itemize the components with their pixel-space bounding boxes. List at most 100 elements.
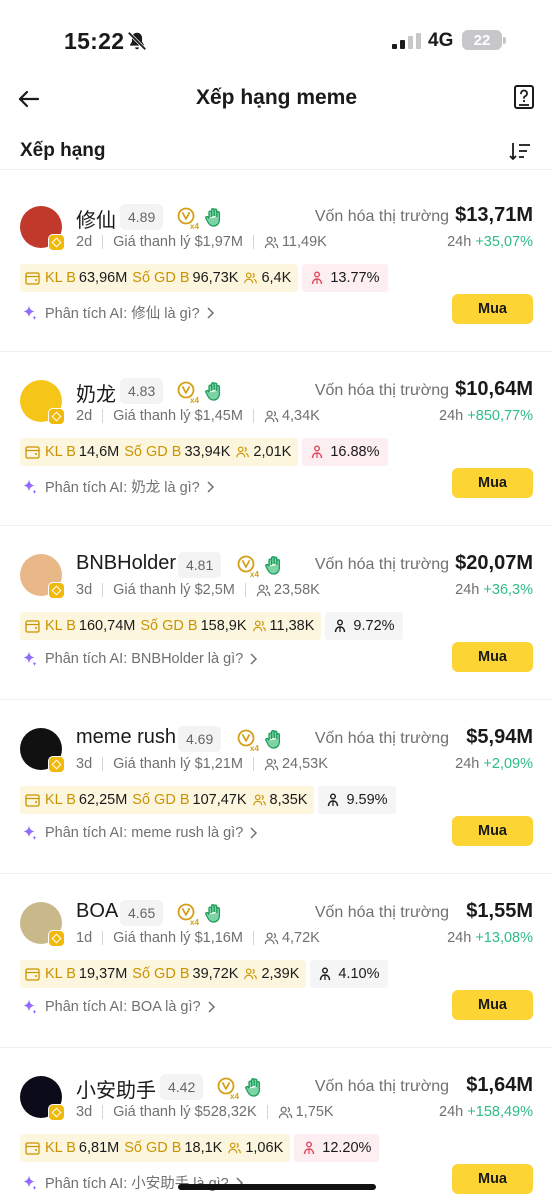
list-item[interactable]: 修仙 4.89 x4 Vốn hóa thị trường $13,71M 2d… (0, 178, 553, 352)
chain-badge-icon (48, 756, 65, 773)
ai-analysis-text: Phân tích AI: BNBHolder là gì? (45, 651, 244, 667)
market-cap-label: Vốn hóa thị trường (314, 556, 449, 573)
liquidity-value: $528,32K (194, 1104, 257, 1120)
price-change: 24h +850,77% (439, 408, 533, 424)
list-item[interactable]: meme rush 4.69 x4 Vốn hóa thị trường $5,… (0, 700, 553, 874)
period-label: 24h (447, 930, 472, 946)
traders-icon (252, 620, 266, 632)
coin-age: 3d (76, 1104, 93, 1120)
wallet-icon (25, 793, 40, 807)
rating-badge: 4.83 (120, 378, 164, 404)
coin-name: 奶龙 (76, 384, 116, 406)
volume-value: 14,6M (78, 444, 120, 460)
buy-button[interactable]: Mua (452, 1164, 533, 1194)
liquidity-label: Giá thanh lý (113, 1104, 191, 1120)
holder-ratio: 9.59% (346, 792, 388, 808)
holders-count: 4,72K (281, 930, 320, 946)
coin-meta: 1d Giá thanh lý $1,16M 4,72K (76, 930, 320, 946)
change-percent: +13,08% (475, 930, 533, 946)
tx-value: 33,94K (184, 444, 231, 460)
market-cap-value: $1,64M (466, 1074, 533, 1096)
rating-badge: 4.42 (160, 1074, 204, 1100)
person-icon (312, 271, 323, 285)
svg-text:x4: x4 (190, 396, 199, 404)
volume-value: 6,81M (78, 1140, 120, 1156)
buy-button[interactable]: Mua (452, 816, 533, 846)
rating-badge: 4.81 (178, 552, 222, 578)
change-percent: +2,09% (483, 756, 533, 772)
ai-sparkle-icon (23, 479, 37, 494)
volume-label: KL B (45, 792, 76, 808)
volume-value: 160,74M (78, 618, 136, 634)
list-item[interactable]: BNBHolder 4.81 x4 Vốn hóa thị trường $20… (0, 526, 553, 700)
list-item[interactable]: 小安助手 4.42 x4 Vốn hóa thị trường $1,64M 3… (0, 1048, 553, 1200)
coin-age: 3d (76, 756, 93, 772)
coin-name: meme rush (76, 726, 177, 748)
ai-analysis-link[interactable]: Phân tích AI: 修仙 là gì? (20, 302, 215, 323)
coin-meta: 3d Giá thanh lý $1,21M 24,53K (76, 756, 328, 772)
tx-label: Số GD B (124, 1140, 182, 1156)
liquidity-label: Giá thanh lý (113, 234, 191, 250)
traders-value: 8,35K (269, 792, 308, 808)
chain-badge-icon (48, 234, 65, 251)
liquidity-value: $1,16M (194, 930, 243, 946)
holders-icon (264, 236, 279, 248)
buy-button[interactable]: Mua (452, 990, 533, 1020)
buy-button[interactable]: Mua (452, 468, 533, 498)
market-cap-label: Vốn hóa thị trường (314, 904, 449, 921)
holder-ratio: 12.20% (322, 1140, 372, 1156)
sort-icon[interactable] (509, 140, 531, 162)
holder-ratio: 4.10% (338, 966, 380, 982)
ai-analysis-link[interactable]: Phân tích AI: BNBHolder là gì? (20, 650, 258, 668)
holders-icon (264, 932, 279, 944)
meme-ranking-list: 修仙 4.89 x4 Vốn hóa thị trường $13,71M 2d… (0, 178, 553, 1200)
period-label: 24h (455, 756, 480, 772)
ai-analysis-link[interactable]: Phân tích AI: BOA là gì? (20, 998, 216, 1016)
tx-label: Số GD B (140, 618, 198, 634)
ai-analysis-link[interactable]: Phân tích AI: meme rush là gì? (20, 824, 258, 842)
wallet-icon (25, 445, 40, 459)
stats-chips: KL B 6,81M Số GD B 18,1K 1,06K 12.20% (20, 1134, 380, 1162)
tx-value: 107,47K (192, 792, 247, 808)
traders-value: 2,01K (253, 444, 292, 460)
volume-value: 19,37M (78, 966, 128, 982)
ai-sparkle-icon (23, 825, 37, 841)
buy-button[interactable]: Mua (452, 294, 533, 324)
page-title: Xếp hạng meme (195, 86, 358, 109)
battery-level: 22 (473, 31, 491, 49)
market-cap-label: Vốn hóa thị trường (314, 208, 449, 225)
svg-text:x4: x4 (250, 570, 259, 578)
coin-meta: 2d Giá thanh lý $1,97M 11,49K (76, 234, 327, 250)
chevron-right-icon (207, 480, 214, 493)
holders-count: 4,34K (281, 408, 320, 424)
ai-analysis-link[interactable]: Phân tích AI: 奶龙 là gì? (20, 476, 215, 497)
liquidity-label: Giá thanh lý (113, 930, 191, 946)
holders-icon (264, 410, 279, 422)
buy-button[interactable]: Mua (452, 642, 533, 672)
hand-wave-icon (265, 730, 281, 749)
ai-analysis-text: Phân tích AI: meme rush là gì? (45, 825, 244, 841)
traders-value: 1,06K (245, 1140, 284, 1156)
liquidity-label: Giá thanh lý (113, 582, 191, 598)
tx-value: 96,73K (192, 270, 239, 286)
liquidity-value: $1,21M (194, 756, 243, 772)
traders-icon (244, 968, 258, 980)
volume-label: KL B (45, 618, 76, 634)
ranking-section-header: Xếp hạng (0, 134, 553, 170)
holders-count: 1,75K (295, 1104, 334, 1120)
market-cap-value: $13,71M (455, 204, 533, 226)
verified-x4-icon: x4 (177, 381, 199, 404)
market-cap-label: Vốn hóa thị trường (314, 730, 449, 747)
price-change: 24h +158,49% (439, 1104, 533, 1120)
list-item[interactable]: 奶龙 4.83 x4 Vốn hóa thị trường $10,64M 2d… (0, 352, 553, 526)
traders-icon (228, 1142, 242, 1154)
list-item[interactable]: BOA 4.65 x4 Vốn hóa thị trường $1,55M 1d… (0, 874, 553, 1048)
coin-age: 2d (76, 234, 93, 250)
battery-tip (503, 37, 506, 44)
battery-icon: 22 (462, 30, 502, 50)
chain-badge-icon (48, 930, 65, 947)
help-document-icon[interactable] (513, 84, 535, 110)
stats-chip: KL B 63,96M Số GD B 96,73K 6,4K (20, 264, 299, 292)
holders-count: 24,53K (281, 756, 328, 772)
hand-wave-icon (205, 208, 221, 227)
